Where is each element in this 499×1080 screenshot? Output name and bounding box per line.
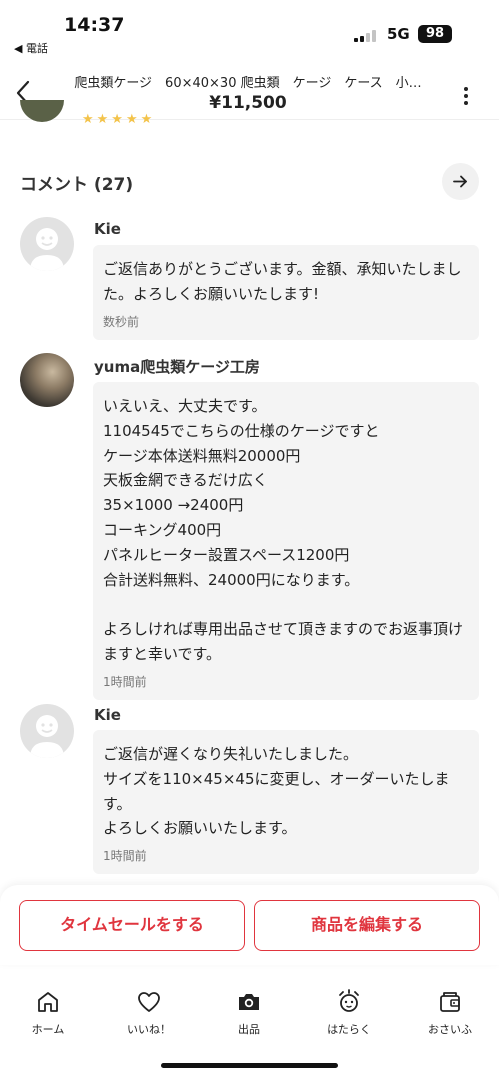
comment-time: 1時間前: [103, 849, 147, 864]
rating-stars: ★★★★★: [82, 112, 156, 127]
edit-item-button[interactable]: 商品を編集する: [254, 900, 480, 951]
user-icon: [30, 228, 64, 271]
arrow-right-icon: [453, 175, 467, 188]
comments-more-button[interactable]: [442, 163, 479, 200]
tab-likes[interactable]: いいね！: [109, 989, 189, 1037]
tab-label: ホーム: [31, 1023, 65, 1036]
back-to-app-link[interactable]: ◀ 電話: [14, 40, 48, 56]
item-title: 爬虫類ケージ 60×40×30 爬虫類 ケージ ケース 小…: [74, 76, 422, 91]
time-sale-button[interactable]: タイムセールをする: [19, 900, 245, 951]
comments-title: コメント (27): [20, 175, 134, 195]
alarm-clock-icon: [339, 989, 359, 1012]
wallet-icon: [440, 992, 460, 1012]
comment-text: ご返信が遅くなり失礼いたしました。 サイズを110×45×45に変更し、オーダー…: [103, 745, 450, 838]
tab-label: おさいふ: [428, 1023, 472, 1036]
tab-work[interactable]: はたらく: [309, 989, 389, 1037]
comment-bubble: いえいえ、大丈夫です。 1104545でこちらの仕様のケージですと ケージ本体送…: [93, 382, 479, 700]
action-bar: タイムセールをする 商品を編集する: [0, 885, 499, 965]
seller-avatar: [20, 100, 64, 122]
status-bar: 14:37 ◀ 電話 5G 98: [0, 0, 499, 58]
comment-bubble: ご返信ありがとうございます。金額、承知いたしました。よろしくお願いいたします! …: [93, 245, 479, 340]
comment-time: 数秒前: [103, 314, 140, 329]
comment-text: ご返信ありがとうございます。金額、承知いたしました。よろしくお願いいたします!: [103, 260, 462, 303]
heart-icon: [138, 992, 160, 1012]
item-price: ¥11,500: [209, 93, 287, 113]
comment-time: 1時間前: [103, 674, 147, 689]
signal-icon: [354, 30, 380, 42]
shop-photo-avatar[interactable]: [20, 353, 74, 407]
comment-author[interactable]: Kie: [94, 220, 121, 238]
comment-bubble: ご返信が遅くなり失礼いたしました。 サイズを110×45×45に変更し、オーダー…: [93, 730, 479, 875]
battery-icon: 98: [418, 25, 452, 43]
tab-wallet[interactable]: おさいふ: [410, 989, 490, 1037]
home-indicator[interactable]: [161, 1063, 338, 1068]
comment-author[interactable]: Kie: [94, 706, 121, 724]
tab-label: いいね！: [127, 1023, 171, 1036]
default-user-avatar[interactable]: [20, 704, 74, 758]
default-user-avatar[interactable]: [20, 217, 74, 271]
comment-text: いえいえ、大丈夫です。 1104545でこちらの仕様のケージですと ケージ本体送…: [103, 397, 464, 663]
tab-label: はたらく: [327, 1023, 371, 1036]
camera-icon: [239, 994, 259, 1010]
comment-author[interactable]: yuma爬虫類ケージ工房: [94, 356, 260, 377]
home-icon: [38, 992, 58, 1012]
tab-home[interactable]: ホーム: [8, 989, 88, 1037]
tab-sell[interactable]: 出品: [209, 989, 289, 1037]
vertical-dots-icon[interactable]: [456, 84, 476, 108]
item-header: 爬虫類ケージ 60×40×30 爬虫類 ケージ ケース 小… ¥11,500: [0, 62, 499, 120]
user-icon: [30, 715, 64, 758]
status-time: 14:37: [64, 14, 125, 36]
network-type: 5G: [387, 25, 410, 43]
tab-label: 出品: [238, 1023, 260, 1036]
